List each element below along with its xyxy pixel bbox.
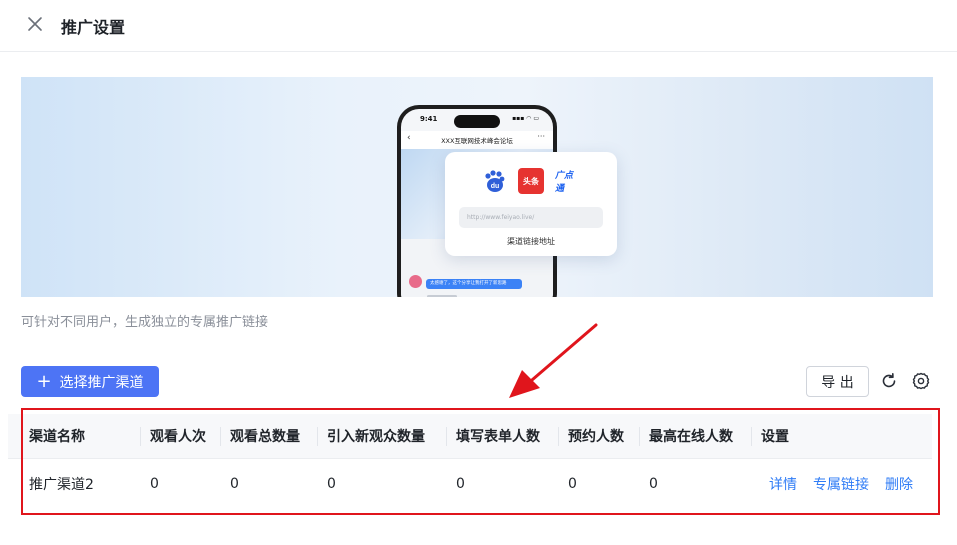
phone-more-icon: ··· (537, 132, 545, 141)
baidu-logo-icon: du (481, 168, 507, 194)
hint-text: 可针对不同用户，生成独立的专属推广链接 (21, 315, 269, 330)
gear-icon[interactable] (912, 372, 930, 390)
promo-banner-image: 9:41 ▪▪▪ ◠ ▭ ‹ XXX互联网技术峰会论坛 ··· 太感谢了，这个分… (21, 77, 933, 297)
export-button[interactable]: 导 出 (806, 366, 869, 397)
chat-line (427, 295, 457, 297)
phone-page-title: XXX互联网技术峰会论坛 (441, 137, 513, 145)
select-channel-label: 选择推广渠道 (59, 374, 144, 391)
refresh-icon[interactable] (880, 372, 898, 390)
page-title: 推广设置 (61, 18, 126, 37)
phone-time: 9:41 (420, 115, 438, 123)
promotion-settings-page: 推广设置 9:41 ▪▪▪ ◠ ▭ ‹ XXX互联网技术峰会论坛 ··· 太感谢… (0, 0, 957, 545)
channel-url-label: 渠道链接地址 (507, 237, 555, 246)
baidu-logo-text: du (491, 183, 500, 190)
channel-link-popup: du 头条 广点通 http://www.feiyao.live/ 渠道链接地址 (445, 152, 617, 256)
chat-bubble: 太感谢了，这个分享让我打开了新思路 (426, 279, 522, 289)
annotation-highlight-box (21, 408, 940, 515)
guangdiantong-logo-icon: 广点通 (555, 168, 581, 194)
toutiao-logo-icon: 头条 (518, 168, 544, 194)
plus-icon: + (36, 370, 52, 392)
channel-url-input: http://www.feiyao.live/ (459, 207, 603, 228)
select-channel-button[interactable]: + 选择推广渠道 (21, 366, 159, 397)
top-bar: 推广设置 (0, 0, 957, 52)
chat-avatar (409, 275, 422, 288)
phone-status-icons: ▪▪▪ ◠ ▭ (512, 115, 539, 122)
phone-notch (454, 115, 500, 128)
close-icon[interactable] (26, 15, 44, 33)
